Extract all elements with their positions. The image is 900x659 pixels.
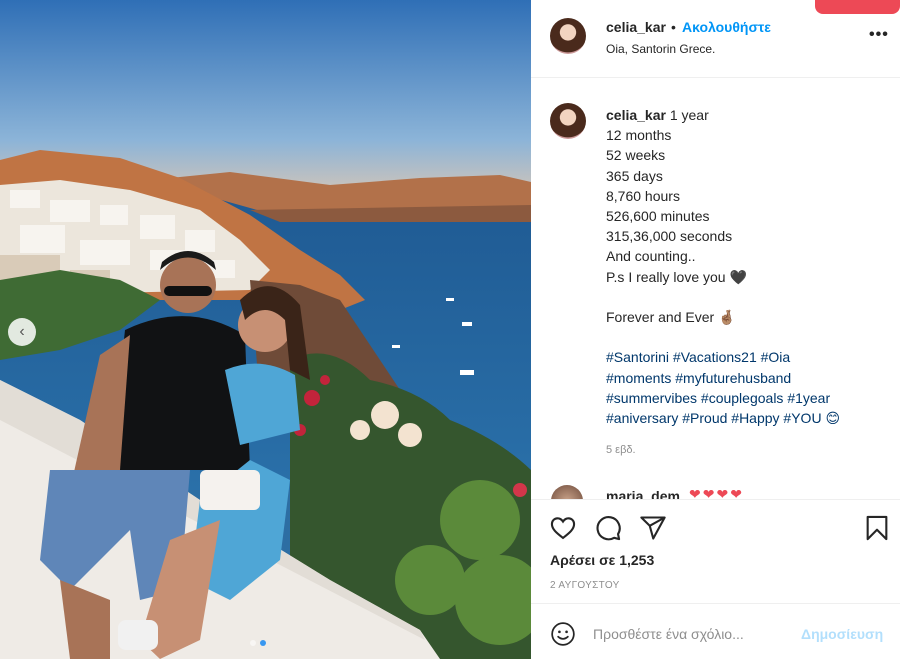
bookmark-icon[interactable]: [863, 514, 891, 542]
caption-line: P.s I really love you 🖤: [606, 268, 747, 285]
caption-line: 526,600 minutes: [606, 208, 710, 225]
separator-dot: •: [671, 19, 676, 35]
carousel-dot: [250, 640, 256, 646]
username-link[interactable]: celia_kar: [606, 19, 666, 35]
caption-line: 365 days: [606, 167, 663, 184]
comment-icon[interactable]: [594, 514, 622, 542]
hashtag-line[interactable]: #moments #myfuturehusband: [606, 368, 891, 388]
caption-avatar[interactable]: [550, 103, 586, 139]
chevron-left-icon: ‹: [19, 323, 25, 340]
caption-first-line: 1 year: [665, 107, 709, 123]
commenter-username[interactable]: maria_dem: [606, 488, 680, 499]
hashtag-line[interactable]: #aniversary #Proud #Happy #YOU 😊: [606, 408, 891, 428]
post-actions: Αρέσει σε 1,253 2 ΑΥΓΟΥΣΤΟΥ: [531, 499, 900, 603]
caption-line: And counting..: [606, 248, 696, 265]
caption-line: Forever and Ever 🤞🏽: [606, 309, 736, 326]
caption-line: [606, 327, 891, 347]
caption-text: celia_kar 1 year 12 months 52 weeks 365 …: [606, 105, 891, 428]
carousel-dot-active: [260, 640, 266, 646]
heart-icon[interactable]: [549, 514, 577, 542]
santorini-couple-photo: [0, 0, 531, 659]
caption-line: 8,760 hours: [606, 187, 680, 204]
comment-hearts: ❤❤❤❤: [689, 486, 744, 499]
post-date[interactable]: 2 ΑΥΓΟΥΣΤΟΥ: [550, 580, 620, 591]
location-link[interactable]: Oia, Santorin Grece.: [606, 42, 715, 56]
post-photo[interactable]: ‹: [0, 0, 531, 659]
avatar[interactable]: [550, 18, 586, 54]
hashtag-line[interactable]: #summervibes #couplegoals #1year: [606, 388, 891, 408]
caption-line: 52 weeks: [606, 147, 666, 164]
follow-button[interactable]: Ακολουθήστε: [682, 19, 771, 35]
post-comment-button[interactable]: Δημοσίευση: [801, 626, 883, 642]
post-header: celia_kar • Ακολουθήστε Oia, Santorin Gr…: [531, 0, 900, 78]
caption-timestamp: 5 εβδ.: [606, 444, 636, 456]
carousel-indicator: [250, 640, 266, 646]
comment-preview: maria_dem ❤❤❤❤: [551, 483, 891, 499]
notification-tab[interactable]: [815, 0, 900, 14]
caption-area: celia_kar 1 year 12 months 52 weeks 365 …: [531, 79, 900, 499]
share-icon[interactable]: [639, 514, 667, 542]
comment-composer: Δημοσίευση: [531, 603, 900, 659]
caption-line: 315,36,000 seconds: [606, 228, 733, 245]
comment-input[interactable]: [593, 623, 793, 645]
caption-line: [606, 287, 891, 307]
emoji-icon[interactable]: [550, 621, 576, 647]
more-options-icon[interactable]: •••: [869, 26, 889, 44]
post-side-panel: celia_kar • Ακολουθήστε Oia, Santorin Gr…: [531, 0, 900, 659]
caption-line: 12 months: [606, 127, 672, 144]
commenter-avatar[interactable]: [551, 485, 583, 499]
carousel-prev-button[interactable]: ‹: [8, 318, 36, 346]
likes-count[interactable]: Αρέσει σε 1,253: [550, 552, 654, 568]
hashtag-line[interactable]: #Santorini #Vacations21 #Oia: [606, 347, 891, 367]
caption-username[interactable]: celia_kar: [606, 107, 666, 123]
